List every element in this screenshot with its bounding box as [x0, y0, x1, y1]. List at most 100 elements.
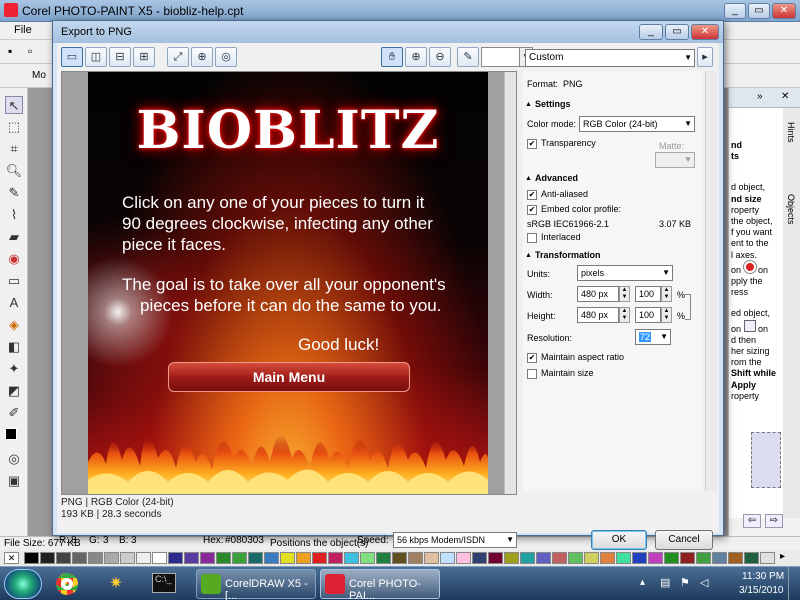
color-swatch[interactable] — [744, 552, 759, 564]
tab-hints[interactable]: Hints — [786, 122, 796, 143]
text-tool-icon[interactable]: A — [5, 294, 23, 312]
docker-expand-icon[interactable]: » — [757, 91, 763, 102]
docker-forward-icon[interactable]: ⇨ — [765, 514, 783, 528]
crop-tool-icon[interactable]: ⌗ — [5, 140, 23, 158]
advanced-header[interactable]: Advanced — [535, 173, 578, 183]
pick-tool-icon[interactable]: ↖ — [5, 96, 23, 114]
anti-aliased-checkbox[interactable]: ✔ — [527, 190, 537, 200]
chrome-icon[interactable] — [56, 573, 78, 595]
eyedropper-tool-icon[interactable]: ✎ — [5, 184, 23, 202]
preview-pane[interactable]: BIOBLITZ Click on any one of your pieces… — [61, 71, 517, 495]
effect-tool-icon[interactable]: ✦ — [5, 360, 23, 378]
quad-view-icon[interactable]: ⊞ — [133, 47, 155, 67]
settings-scrollbar[interactable] — [705, 71, 717, 491]
dialog-minimize-button[interactable]: _ — [639, 24, 663, 40]
color-mode-select[interactable]: RGB Color (24-bit) ▼ — [579, 116, 695, 132]
clock-time[interactable]: 11:30 PM — [742, 571, 784, 582]
open-icon[interactable]: ▫ — [28, 44, 32, 58]
height-percent-spinner[interactable]: ▲ ▼ — [661, 307, 672, 323]
show-desktop-button[interactable] — [788, 567, 800, 600]
app-close-button[interactable]: ✕ — [772, 3, 796, 19]
zoom-to-fit-icon[interactable]: ⊕ — [191, 47, 213, 67]
app-maximize-button[interactable]: ▭ — [748, 3, 770, 19]
color-swatch[interactable] — [40, 552, 55, 564]
paint-tool-icon[interactable]: ✐ — [5, 404, 23, 422]
start-button[interactable] — [4, 569, 42, 599]
retouch-tool-icon[interactable]: ⌇ — [5, 206, 23, 224]
height-input[interactable]: 480 px — [577, 307, 619, 323]
tray-arrow-icon[interactable]: ▴ — [640, 577, 645, 588]
maintain-aspect-checkbox[interactable]: ✔ — [527, 353, 537, 363]
width-spinner[interactable]: ▲ ▼ — [619, 286, 630, 302]
dialog-close-button[interactable]: ✕ — [691, 24, 719, 40]
eyedropper-icon[interactable]: ✎ — [457, 47, 479, 67]
preset-menu-icon[interactable]: ▸ — [697, 47, 713, 67]
no-color-swatch[interactable]: ✕ — [4, 552, 19, 564]
single-view-icon[interactable]: ▭ — [61, 47, 83, 67]
color-swatch[interactable] — [632, 552, 647, 564]
preview-scrollbar[interactable] — [504, 72, 516, 494]
tab-objects[interactable]: Objects — [786, 194, 796, 225]
color-swatch[interactable] — [680, 552, 695, 564]
preset-select[interactable]: Custom ▼ — [525, 49, 695, 67]
units-select[interactable]: pixels ▼ — [577, 265, 673, 281]
transparency-tool-icon[interactable]: ◧ — [5, 338, 23, 356]
color-swatch[interactable] — [616, 552, 631, 564]
color-swatch[interactable] — [728, 552, 743, 564]
terminal-icon[interactable]: C:\_ — [152, 573, 176, 593]
split-horizontal-icon[interactable]: ⊟ — [109, 47, 131, 67]
speed-select[interactable]: 56 kbps Modem/ISDN ▼ — [393, 532, 517, 548]
collapse-settings-icon[interactable]: ▲ — [525, 101, 532, 108]
width-percent-spinner[interactable]: ▲ ▼ — [661, 286, 672, 302]
ok-button[interactable]: OK — [591, 530, 647, 550]
app-minimize-button[interactable]: _ — [724, 3, 746, 19]
zoom-tool-icon[interactable]: 🔍︎ — [5, 162, 23, 180]
color-swatch[interactable] — [600, 552, 615, 564]
volume-icon[interactable]: ◁ — [700, 576, 708, 589]
color-swatch[interactable] — [696, 552, 711, 564]
resolution-select[interactable]: 72 ▼ — [635, 329, 671, 345]
zoom-in-icon[interactable]: ⊕ — [405, 47, 427, 67]
interlaced-checkbox[interactable] — [527, 233, 537, 243]
width-percent-input[interactable]: 100 — [635, 286, 661, 302]
embed-profile-checkbox[interactable]: ✔ — [527, 205, 537, 215]
color-picker-box[interactable] — [481, 47, 521, 67]
color-swatch[interactable] — [760, 552, 775, 564]
height-spinner[interactable]: ▲ ▼ — [619, 307, 630, 323]
width-input[interactable]: 480 px — [577, 286, 619, 302]
color-swatch-icon[interactable] — [5, 428, 17, 440]
fill-tool-icon[interactable]: ◈ — [5, 316, 23, 334]
dialog-maximize-button[interactable]: ▭ — [665, 24, 689, 40]
new-icon[interactable]: ▪ — [8, 44, 12, 58]
transparency-checkbox[interactable]: ✔ — [527, 139, 537, 149]
zoom-out-icon[interactable]: ⊖ — [429, 47, 451, 67]
maintain-size-checkbox[interactable] — [527, 369, 537, 379]
fit-to-window-icon[interactable]: ⤢ — [167, 47, 189, 67]
collapse-advanced-icon[interactable]: ▲ — [525, 175, 532, 182]
clock-date[interactable]: 3/15/2010 — [739, 585, 784, 596]
zoom-100-icon[interactable]: ◎ — [215, 47, 237, 67]
flag-icon[interactable]: ⚑ — [680, 576, 690, 589]
mask-mode-icon[interactable]: ◎ — [5, 450, 23, 468]
settings-header[interactable]: Settings — [535, 99, 571, 109]
view-mode-icon[interactable]: ▣ — [5, 472, 23, 490]
menu-file[interactable]: File — [14, 24, 32, 36]
transformation-header[interactable]: Transformation — [535, 250, 601, 260]
app-launcher-icon[interactable]: ✷ — [104, 573, 128, 595]
rectangle-tool-icon[interactable]: ▭ — [5, 272, 23, 290]
taskbar-item-photopaint[interactable]: Corel PHOTO-PAI... — [320, 569, 440, 600]
color-swatch[interactable] — [664, 552, 679, 564]
eraser-tool-icon[interactable]: ▰ — [5, 228, 23, 246]
color-swatch[interactable] — [24, 552, 39, 564]
docker-back-icon[interactable]: ⇦ — [743, 514, 761, 528]
docker-close-icon[interactable]: ✕ — [781, 91, 789, 102]
split-vertical-icon[interactable]: ◫ — [85, 47, 107, 67]
color-swatch[interactable] — [712, 552, 727, 564]
height-percent-input[interactable]: 100 — [635, 307, 661, 323]
network-icon[interactable]: ▤ — [660, 576, 670, 589]
cancel-button[interactable]: Cancel — [655, 530, 713, 550]
palette-scroll-icon[interactable]: ▸ — [780, 551, 785, 562]
drop-shadow-tool-icon[interactable]: ◩ — [5, 382, 23, 400]
hand-tool-icon[interactable]: ✋︎ — [381, 47, 403, 67]
red-eye-tool-icon[interactable]: ◉ — [5, 250, 23, 268]
